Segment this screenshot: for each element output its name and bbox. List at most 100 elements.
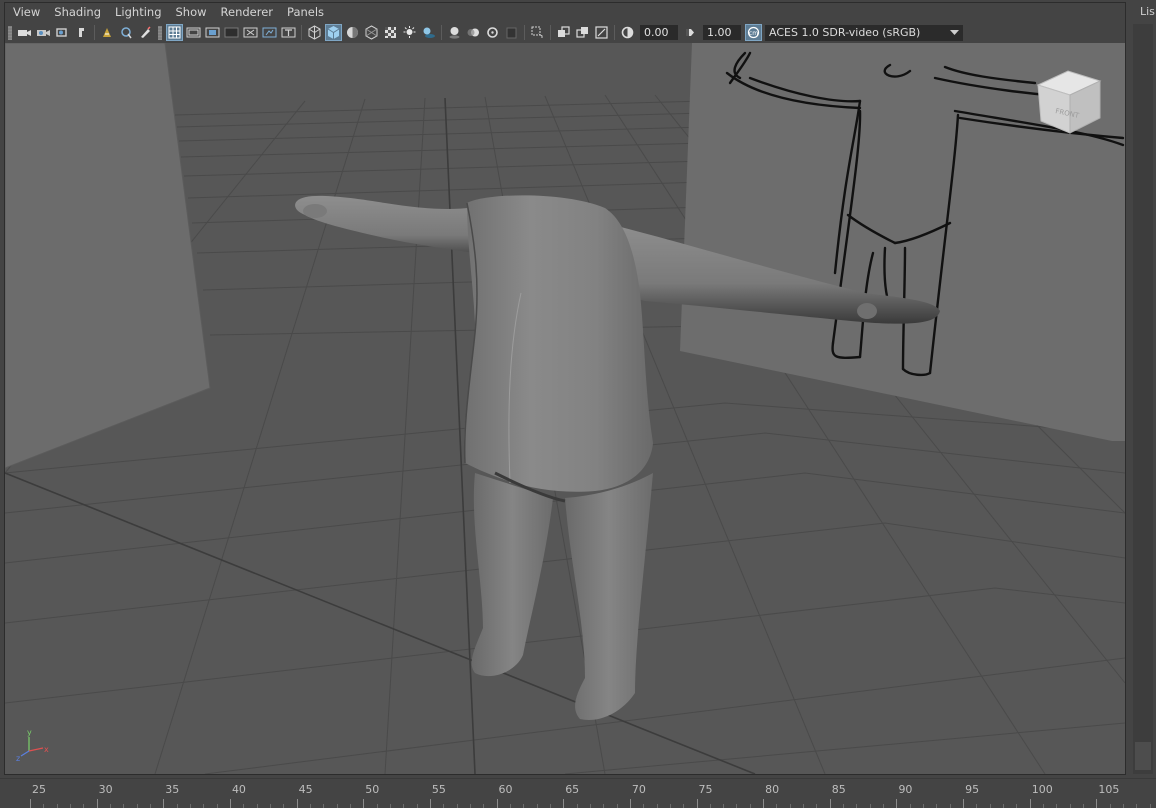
toolbar-separator xyxy=(301,25,302,40)
chevron-down-icon xyxy=(945,25,963,41)
right-panel-scroll-thumb[interactable] xyxy=(1135,742,1151,770)
use-all-lights-icon[interactable] xyxy=(401,24,418,41)
time-ruler-label: 80 xyxy=(765,783,780,796)
time-ruler-minor-tick xyxy=(309,804,311,808)
menu-panels[interactable]: Panels xyxy=(280,3,331,22)
bookmarks-icon[interactable] xyxy=(54,24,71,41)
camera-attributes-icon[interactable] xyxy=(35,24,52,41)
field-chart-icon[interactable] xyxy=(242,24,259,41)
color-management-icon[interactable]: cm xyxy=(745,24,762,41)
resolution-gate-icon[interactable] xyxy=(204,24,221,41)
time-ruler-minor-tick xyxy=(323,804,325,808)
camera-select-icon[interactable] xyxy=(16,24,33,41)
torso xyxy=(463,195,653,492)
time-ruler-minor-tick xyxy=(176,804,178,808)
gamma-icon[interactable] xyxy=(682,24,699,41)
toolbar-grip[interactable] xyxy=(158,25,162,40)
snapshot-icon[interactable] xyxy=(137,24,154,41)
motion-blur-icon[interactable] xyxy=(465,24,482,41)
exposure-icon[interactable] xyxy=(619,24,636,41)
time-ruler-label: 85 xyxy=(831,783,846,796)
time-ruler-minor-tick xyxy=(723,804,725,808)
svg-text:cm: cm xyxy=(749,30,758,37)
time-ruler-minor-tick xyxy=(269,804,271,808)
right-panel-label[interactable]: Lis xyxy=(1140,5,1155,18)
panel-menubar: View Shading Lighting Show Renderer Pane… xyxy=(5,3,1125,22)
time-ruler-minor-tick xyxy=(509,804,511,808)
exposure-field[interactable]: 0.00 xyxy=(640,25,678,40)
time-ruler-minor-tick xyxy=(469,804,471,808)
time-ruler-minor-tick xyxy=(443,804,445,808)
time-ruler-label: 60 xyxy=(498,783,513,796)
xray-active-components-icon[interactable] xyxy=(574,24,591,41)
gate-mask-icon[interactable] xyxy=(223,24,240,41)
time-ruler-minor-tick xyxy=(789,804,791,808)
toolbar-separator xyxy=(94,25,95,40)
textured-icon[interactable] xyxy=(382,24,399,41)
toolbar-grip[interactable] xyxy=(8,25,12,40)
safe-title-icon[interactable] xyxy=(280,24,297,41)
time-ruler-label: 90 xyxy=(898,783,913,796)
time-ruler-minor-tick xyxy=(989,804,991,808)
menu-shading[interactable]: Shading xyxy=(47,3,108,22)
time-ruler-minor-tick xyxy=(616,804,618,808)
time-ruler-minor-tick xyxy=(669,804,671,808)
gamma-field[interactable]: 1.00 xyxy=(703,25,741,40)
bounding-box-icon[interactable] xyxy=(363,24,380,41)
time-ruler-label: 65 xyxy=(565,783,580,796)
time-ruler-minor-tick xyxy=(749,804,751,808)
time-ruler-minor-tick xyxy=(1083,804,1085,808)
flat-shade-icon[interactable] xyxy=(344,24,361,41)
xray-joints-icon[interactable] xyxy=(593,24,610,41)
menu-show[interactable]: Show xyxy=(169,3,214,22)
time-ruler-minor-tick xyxy=(336,804,338,808)
color-space-dropdown[interactable]: ACES 1.0 SDR-video (sRGB) xyxy=(765,24,963,41)
time-ruler-label: 25 xyxy=(32,783,46,796)
right-panel-scrollbar[interactable] xyxy=(1133,24,1153,774)
time-ruler-minor-tick xyxy=(1003,804,1005,808)
depth-of-field-icon[interactable] xyxy=(503,24,520,41)
time-ruler-minor-tick xyxy=(69,804,71,808)
time-ruler-minor-tick xyxy=(936,804,938,808)
time-ruler-minor-tick xyxy=(683,804,685,808)
isolate-select-icon[interactable] xyxy=(529,24,546,41)
time-ruler-minor-tick xyxy=(869,804,871,808)
time-ruler-label: 40 xyxy=(231,783,246,796)
time-ruler-label: 55 xyxy=(431,783,446,796)
time-ruler-label: 35 xyxy=(165,783,180,796)
multisample-aa-icon[interactable] xyxy=(484,24,501,41)
time-ruler-minor-tick xyxy=(256,804,258,808)
time-ruler-minor-tick xyxy=(883,804,885,808)
wireframe-icon[interactable] xyxy=(306,24,323,41)
grid-icon[interactable] xyxy=(166,24,183,41)
menu-view[interactable]: View xyxy=(5,3,47,22)
shadows-icon[interactable] xyxy=(420,24,437,41)
xray-icon[interactable] xyxy=(555,24,572,41)
screen-space-ao-icon[interactable] xyxy=(446,24,463,41)
time-ruler-minor-tick xyxy=(109,804,111,808)
time-ruler-minor-tick xyxy=(283,804,285,808)
time-ruler-minor-tick xyxy=(1056,804,1058,808)
time-ruler-minor-tick xyxy=(1069,804,1071,808)
image-plane-icon[interactable] xyxy=(73,24,90,41)
safe-action-icon[interactable] xyxy=(261,24,278,41)
2d-pan-zoom-icon[interactable] xyxy=(99,24,116,41)
grease-pencil-icon[interactable] xyxy=(118,24,135,41)
time-ruler-label: 105 xyxy=(1098,783,1120,796)
time-ruler-minor-tick xyxy=(349,804,351,808)
time-ruler-minor-tick xyxy=(1016,804,1018,808)
time-ruler-minor-tick xyxy=(536,804,538,808)
smooth-shade-icon[interactable] xyxy=(325,24,342,41)
maya-app: View Shading Lighting Show Renderer Pane… xyxy=(0,0,1156,808)
menu-lighting[interactable]: Lighting xyxy=(108,3,168,22)
time-ruler-minor-tick xyxy=(1123,804,1125,808)
time-slider[interactable]: 25 30 35 40 45 50 55 60 65 70 75 80 85 90 95 100 105 xyxy=(0,778,1156,808)
3d-viewport[interactable]: FRONT y x z xyxy=(5,43,1125,774)
film-gate-icon[interactable] xyxy=(185,24,202,41)
time-ruler-label: 50 xyxy=(365,783,380,796)
menu-renderer[interactable]: Renderer xyxy=(214,3,281,22)
time-ruler-label: 30 xyxy=(98,783,113,796)
time-ruler-minor-tick xyxy=(149,804,151,808)
time-ruler-minor-tick xyxy=(1136,804,1138,808)
time-ruler-minor-tick xyxy=(923,804,925,808)
